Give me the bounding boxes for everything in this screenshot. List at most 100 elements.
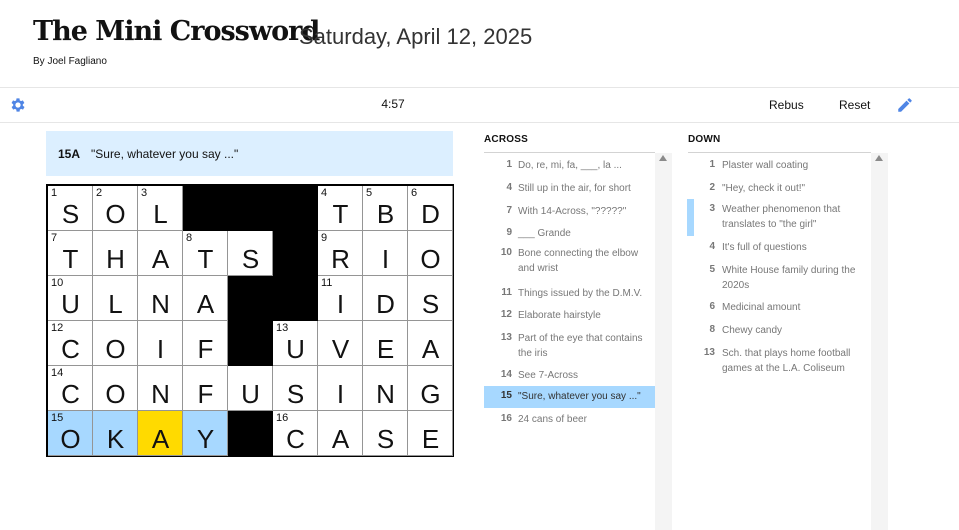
across-clue-4[interactable]: 4 Still up in the air, for short bbox=[484, 178, 655, 200]
down-clue-1[interactable]: 1 Plaster wall coating bbox=[688, 155, 871, 177]
cell-number: 2 bbox=[96, 187, 103, 199]
down-clue-4[interactable]: 4 It's full of questions bbox=[688, 237, 871, 259]
cell-letter: A bbox=[196, 289, 215, 319]
grid-cell[interactable]: O bbox=[408, 231, 453, 276]
clue-text: Chewy candy bbox=[722, 325, 783, 336]
across-clue-11[interactable]: 11 Things issued by the D.M.V. bbox=[484, 283, 655, 305]
grid-cell[interactable]: A bbox=[318, 411, 363, 456]
grid-cell[interactable]: S bbox=[228, 231, 273, 276]
down-clue-8[interactable]: 8 Chewy candy bbox=[688, 320, 871, 342]
across-clue-13[interactable]: 13 Part of the eye that contains the iris bbox=[484, 328, 655, 363]
current-clue-text: "Sure, whatever you say ..." bbox=[91, 147, 239, 161]
cell-letter: S bbox=[376, 424, 395, 454]
grid-cell[interactable]: L bbox=[93, 276, 138, 321]
grid-cell[interactable]: N bbox=[363, 366, 408, 411]
grid-cell[interactable]: D bbox=[363, 276, 408, 321]
grid-cell[interactable]: 3L bbox=[138, 186, 183, 231]
cell-number: 3 bbox=[141, 187, 148, 199]
current-clue-bar: 15A "Sure, whatever you say ..." bbox=[46, 131, 453, 176]
grid-cell[interactable]: A bbox=[138, 411, 183, 456]
grid-cell[interactable]: 15 O bbox=[48, 411, 93, 456]
down-scrollbar[interactable] bbox=[871, 153, 888, 530]
grid-cell[interactable]: N bbox=[138, 276, 183, 321]
grid-cell[interactable]: F bbox=[183, 366, 228, 411]
rebus-button[interactable]: Rebus bbox=[769, 98, 804, 112]
down-clue-5[interactable]: 5 White House family during the 2020s bbox=[688, 260, 871, 296]
cell-number: 5 bbox=[366, 187, 373, 199]
across-clue-list: 1 Do, re, mi, fa, ___, la ... 4 Still up in… bbox=[484, 153, 655, 530]
cell-number: 11 bbox=[321, 277, 333, 289]
grid-cell[interactable]: I bbox=[363, 231, 408, 276]
down-clue-3[interactable]: 3 Weather phenomenon that translates to "… bbox=[687, 199, 871, 236]
down-clue-2[interactable]: 2 "Hey, check it out!" bbox=[688, 178, 871, 199]
grid-cell[interactable]: A bbox=[183, 276, 228, 321]
grid-cell[interactable]: H bbox=[93, 231, 138, 276]
grid-cell[interactable]: S bbox=[273, 366, 318, 411]
reset-button[interactable]: Reset bbox=[839, 98, 870, 112]
across-clue-10[interactable]: 10 Bone connecting the elbow and wrist bbox=[484, 243, 655, 281]
cell-letter: S bbox=[61, 199, 80, 229]
clue-number: 10 bbox=[500, 247, 512, 258]
pencil-icon[interactable] bbox=[896, 96, 914, 114]
black-square bbox=[183, 186, 228, 231]
grid-cell[interactable]: 14 C bbox=[48, 366, 93, 411]
grid-cell[interactable]: 1S bbox=[48, 186, 93, 231]
grid-cell[interactable]: 12 C bbox=[48, 321, 93, 366]
cell-letter: I bbox=[381, 244, 390, 274]
grid-cell[interactable]: Y bbox=[183, 411, 228, 456]
across-clue-15[interactable]: 15 "Sure, whatever you say ..." bbox=[484, 386, 655, 408]
grid-cell[interactable]: 8T bbox=[183, 231, 228, 276]
cell-letter: S bbox=[241, 244, 260, 274]
grid-cell[interactable]: I bbox=[138, 321, 183, 366]
gear-icon[interactable] bbox=[9, 96, 27, 114]
cell-letter: I bbox=[156, 334, 165, 364]
across-clue-12[interactable]: 12 Elaborate hairstyle bbox=[484, 305, 655, 327]
grid-cell[interactable]: 2O bbox=[93, 186, 138, 231]
clue-text: 24 cans of beer bbox=[518, 414, 587, 425]
down-clue-6[interactable]: 6 Medicinal amount bbox=[688, 297, 871, 319]
grid-cell[interactable]: S bbox=[363, 411, 408, 456]
across-clue-1[interactable]: 1 Do, re, mi, fa, ___, la ... bbox=[484, 155, 655, 177]
down-clue-13[interactable]: 13 Sch. that plays home football games at… bbox=[688, 343, 871, 379]
grid-cell[interactable]: A bbox=[138, 231, 183, 276]
grid-cell[interactable]: G bbox=[408, 366, 453, 411]
cell-letter: T bbox=[62, 244, 79, 274]
across-clue-9[interactable]: 9 ___ Grande bbox=[484, 223, 655, 243]
puzzle-byline: By Joel Fagliano bbox=[33, 56, 107, 67]
grid-cell[interactable]: 9R bbox=[318, 231, 363, 276]
grid-cell[interactable]: E bbox=[408, 411, 453, 456]
grid-cell[interactable]: N bbox=[138, 366, 183, 411]
across-clue-16[interactable]: 16 24 cans of beer bbox=[484, 409, 655, 431]
grid-cell[interactable]: A bbox=[408, 321, 453, 366]
crossword-grid: 1 S 2 O 3 L 4 T 5 B 6 D 7 T H A 8 T S 9 R I O 10 U L N A 11 I D S 12 C O I F… bbox=[46, 184, 454, 457]
grid-cell[interactable]: 4T bbox=[318, 186, 363, 231]
grid-cell[interactable]: O bbox=[93, 321, 138, 366]
grid-cell[interactable]: 7T bbox=[48, 231, 93, 276]
grid-cell[interactable]: E bbox=[363, 321, 408, 366]
across-scrollbar[interactable] bbox=[655, 153, 672, 530]
grid-cell[interactable]: K bbox=[93, 411, 138, 456]
across-heading: ACROSS bbox=[484, 134, 528, 145]
scroll-up-arrow-icon[interactable] bbox=[659, 155, 667, 161]
grid-cell[interactable]: 5B bbox=[363, 186, 408, 231]
clue-number: 14 bbox=[500, 369, 512, 380]
cell-letter: C bbox=[61, 334, 80, 364]
across-clue-14[interactable]: 14 See 7-Across bbox=[484, 365, 655, 386]
across-clue-7[interactable]: 7 With 14-Across, "?????" bbox=[484, 201, 655, 223]
grid-cell[interactable]: S bbox=[408, 276, 453, 321]
cell-letter: D bbox=[376, 289, 395, 319]
grid-cell[interactable]: 13 U bbox=[273, 321, 318, 366]
scroll-up-arrow-icon[interactable] bbox=[875, 155, 883, 161]
clue-text: Bone connecting the elbow and wrist bbox=[518, 248, 639, 274]
grid-cell[interactable]: V bbox=[318, 321, 363, 366]
grid-cell[interactable]: 16 C bbox=[273, 411, 318, 456]
grid-cell[interactable]: I bbox=[318, 366, 363, 411]
grid-cell[interactable]: F bbox=[183, 321, 228, 366]
grid-cell[interactable]: 10 U bbox=[48, 276, 93, 321]
cell-letter: U bbox=[61, 289, 80, 319]
grid-cell[interactable]: O bbox=[93, 366, 138, 411]
cell-letter: A bbox=[151, 424, 170, 454]
grid-cell[interactable]: U bbox=[228, 366, 273, 411]
grid-cell[interactable]: 11 I bbox=[318, 276, 363, 321]
grid-cell[interactable]: 6D bbox=[408, 186, 453, 231]
